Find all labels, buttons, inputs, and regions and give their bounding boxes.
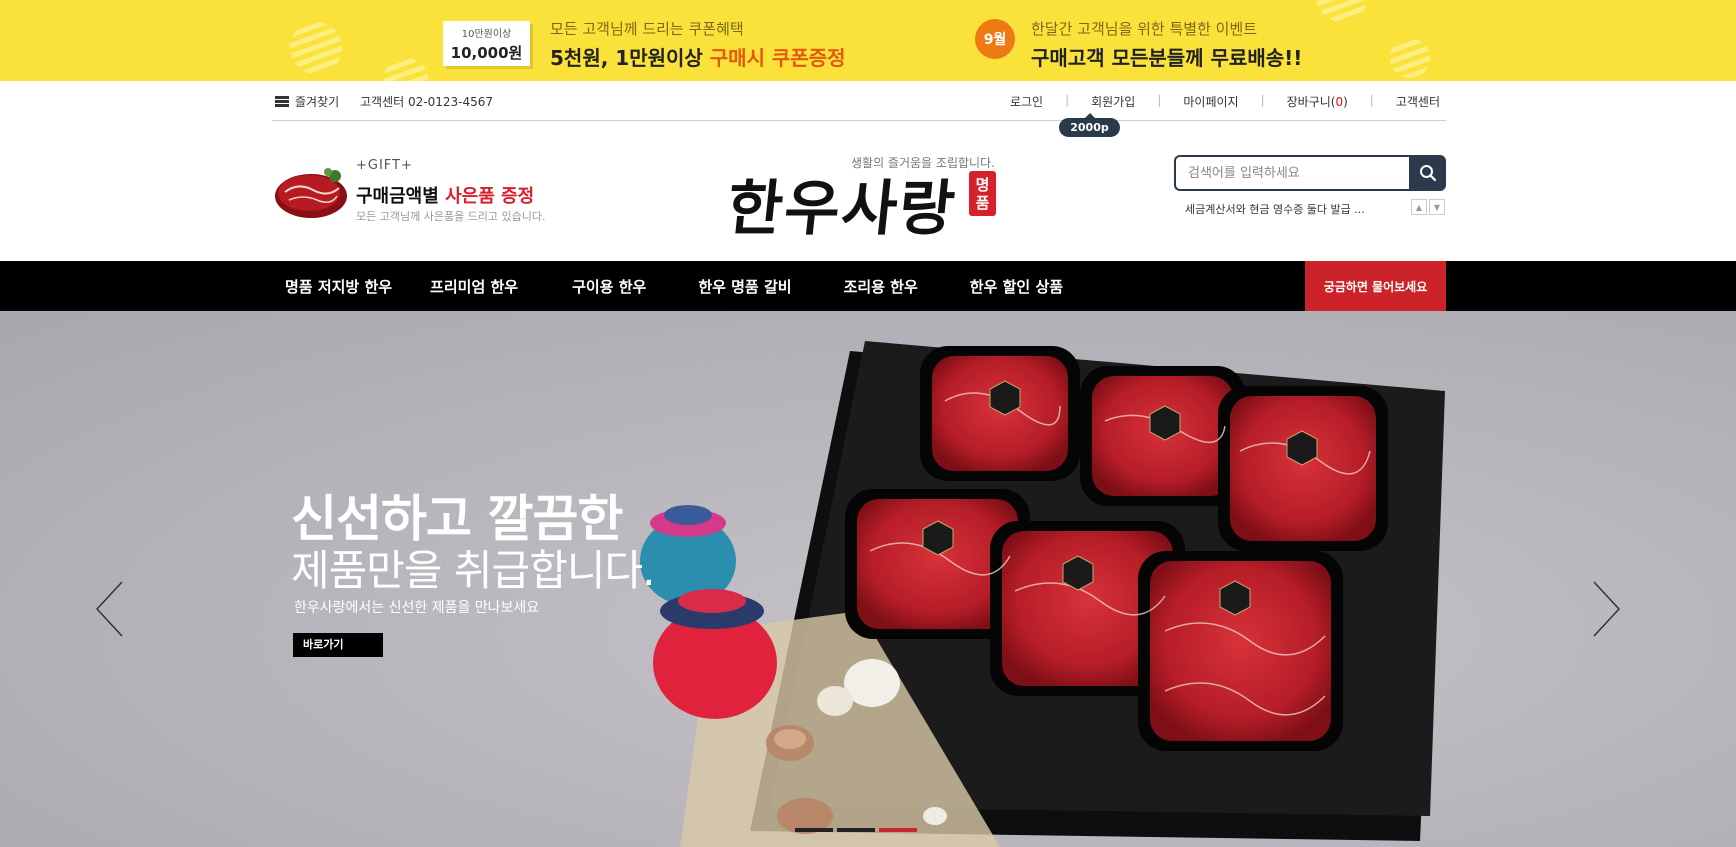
customer-center-link[interactable]: 고객센터	[1374, 93, 1446, 110]
nav-item-sale[interactable]: 한우 할인 상품	[970, 276, 1063, 297]
rolling-notice[interactable]: 세금계산서와 현금 영수증 둘다 발급 ...	[1185, 201, 1365, 217]
month-badge: 9월	[975, 19, 1015, 59]
cart-link[interactable]: 장바구니(0)	[1265, 93, 1370, 110]
decor-circle	[1316, 0, 1368, 22]
join-link[interactable]: 회원가입	[1069, 93, 1157, 110]
logo-seal: 명 품	[969, 171, 996, 216]
hero-slider: 신선하고 깔끔한 제품만을 취급합니다. 한우사랑에서는 신선한 제품을 만나보…	[0, 311, 1736, 847]
favorites-link[interactable]: 즐겨찾기	[275, 93, 339, 110]
coupon-promo-line2-emphasis: 구매시 쿠폰증정	[709, 46, 846, 70]
gift-meat-image	[275, 168, 347, 218]
chevron-down-icon[interactable]: ▼	[1429, 199, 1445, 215]
hero-title-line2: 제품만을 취급합니다.	[291, 546, 655, 595]
nav-item-cooking-hanwoo[interactable]: 조리용 한우	[844, 276, 918, 297]
coupon-promo-line2-prefix: 5천원, 1만원이상	[550, 46, 710, 70]
next-slide-arrow-icon[interactable]	[1584, 574, 1624, 644]
slide-indicator[interactable]	[795, 828, 833, 832]
site-logo[interactable]: 한우사랑	[723, 160, 961, 247]
ask-button[interactable]: 궁금하면 물어보세요	[1305, 261, 1446, 311]
page: 10만원이상 10,000원 모든 고객님께 드리는 쿠폰혜택 5천원, 1만원…	[0, 0, 1736, 847]
coupon-amount: 10,000원	[450, 44, 523, 62]
search-button[interactable]	[1409, 155, 1446, 191]
event-promo-line1: 한달간 고객님을 위한 특별한 이벤트	[1031, 20, 1258, 38]
cart-label: 장바구니(	[1286, 95, 1336, 109]
gift-title-prefix: 구매금액별	[356, 186, 446, 207]
search-input[interactable]	[1174, 155, 1411, 191]
gift-tag: +GIFT+	[356, 158, 413, 173]
hero-cta-button[interactable]: 바로가기	[293, 633, 383, 657]
coupon-card: 10만원이상 10,000원	[443, 21, 530, 66]
coupon-promo-line2: 5천원, 1만원이상 구매시 쿠폰증정	[550, 42, 846, 71]
gift-subtitle: 모든 고객님께 사은품을 드리고 있습니다.	[356, 210, 546, 223]
prev-slide-arrow-icon[interactable]	[92, 574, 132, 644]
nav-item-premium-hanwoo[interactable]: 프리미엄 한우	[430, 276, 518, 297]
nav-item-low-fat-hanwoo[interactable]: 명품 저지방 한우	[285, 276, 392, 297]
cart-count: 0	[1335, 95, 1344, 109]
nav-item-galbi[interactable]: 한우 명품 갈비	[698, 276, 791, 297]
search-icon	[1419, 165, 1436, 182]
coupon-promo-line1: 모든 고객님께 드리는 쿠폰혜택	[550, 20, 744, 38]
coupon-promo-text: 모든 고객님께 드리는 쿠폰혜택 5천원, 1만원이상 구매시 쿠폰증정	[550, 18, 846, 71]
gift-pouches	[640, 505, 777, 719]
hero-meat-giftbox-image	[640, 341, 1445, 847]
customer-center-phone: 고객센터 02-0123-4567	[360, 95, 493, 109]
decor-circle	[383, 58, 429, 81]
slide-indicators	[795, 828, 917, 832]
chevron-up-icon[interactable]: ▲	[1411, 199, 1427, 215]
event-promo-text: 한달간 고객님을 위한 특별한 이벤트 구매고객 모든분들께 무료배송!!	[1031, 18, 1302, 71]
nav-items: 명품 저지방 한우 프리미엄 한우 구이용 한우 한우 명품 갈비 조리용 한우…	[272, 261, 1063, 311]
join-points-badge: 2000p	[1059, 113, 1120, 137]
logo-seal-char: 품	[975, 193, 990, 212]
utility-links: 로그인 | 회원가입 | 마이페이지 | 장바구니(0) | 고객센터	[988, 93, 1446, 110]
login-link[interactable]: 로그인	[988, 93, 1065, 110]
top-promo-banner[interactable]: 10만원이상 10,000원 모든 고객님께 드리는 쿠폰혜택 5천원, 1만원…	[0, 0, 1736, 81]
search-box	[1174, 155, 1446, 191]
cart-label-end: )	[1343, 95, 1348, 109]
event-promo-line2: 구매고객 모든분들께 무료배송!!	[1031, 46, 1303, 70]
logo-seal-char: 명	[975, 175, 990, 194]
mypage-link[interactable]: 마이페이지	[1161, 93, 1260, 110]
menu-icon	[275, 96, 289, 107]
gift-title-highlight: 사은품 증정	[445, 186, 535, 207]
slide-indicator[interactable]	[837, 828, 875, 832]
slide-indicator-active[interactable]	[879, 828, 917, 832]
gift-title[interactable]: 구매금액별 사은품 증정	[356, 182, 534, 208]
utility-bar: 즐겨찾기 고객센터 02-0123-4567 로그인 | 회원가입 | 마이페이…	[272, 81, 1446, 121]
coupon-condition: 10만원이상	[461, 29, 512, 40]
nav-item-grill-hanwoo[interactable]: 구이용 한우	[572, 276, 646, 297]
main-nav: 명품 저지방 한우 프리미엄 한우 구이용 한우 한우 명품 갈비 조리용 한우…	[0, 261, 1736, 311]
decor-circle	[1390, 38, 1430, 78]
favorites-label: 즐겨찾기	[295, 95, 340, 109]
hero-subtitle: 한우사랑에서는 신선한 제품을 만나보세요	[294, 600, 540, 616]
decor-circle	[290, 22, 342, 74]
rolling-controls: ▲ ▼	[1411, 199, 1445, 215]
